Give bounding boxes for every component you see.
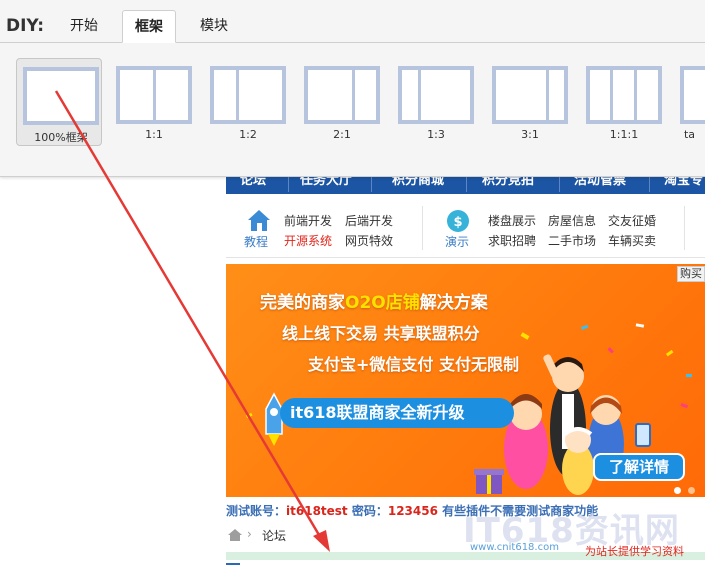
breadcrumb-home-icon[interactable]: [228, 529, 242, 541]
subnav-link-jobs[interactable]: 求职招聘: [488, 232, 536, 249]
frame-thumbnail: [680, 66, 705, 124]
frame-option-1-1-1[interactable]: 1:1:1: [580, 58, 666, 146]
tab-frame[interactable]: 框架: [122, 10, 176, 43]
tab-start[interactable]: 开始: [56, 10, 112, 43]
frame-thumbnail: [492, 66, 568, 124]
nav-separator: [288, 176, 289, 192]
subnav-link-property[interactable]: 楼盘展示: [488, 212, 536, 229]
frame-option-1-3[interactable]: 1:3: [392, 58, 478, 146]
frame-label: 1:2: [239, 128, 257, 141]
frame-thumbnail: [586, 66, 662, 124]
subnav-link-web-effects[interactable]: 网页特效: [345, 232, 393, 249]
carousel-dot[interactable]: [674, 487, 681, 494]
home-icon: [248, 210, 270, 231]
frame-thumbnail: [116, 66, 192, 124]
diy-panel: DIY: 开始 框架 模块 100%框架 1:1 1:2 2:1 1:3 3:1…: [0, 0, 705, 177]
frame-option-3-1[interactable]: 3:1: [486, 58, 572, 146]
screen: 论坛 任务大厅 积分商城 积分竞拍 活动管票 淘宝专 教程 前端开发 后端开发 …: [0, 0, 705, 567]
subnav-link-frontend[interactable]: 前端开发: [284, 212, 332, 229]
banner-line-2: 线上线下交易 共享联盟积分: [282, 324, 480, 343]
learn-more-button[interactable]: 了解详情: [593, 453, 685, 481]
frame-option-100[interactable]: 100%框架: [16, 58, 102, 146]
frame-thumbnail: [23, 67, 99, 125]
frame-label: 1:1: [145, 128, 163, 141]
frame-label: 1:3: [427, 128, 445, 141]
buy-tag[interactable]: 购买: [677, 266, 705, 282]
nav-separator: [466, 176, 467, 192]
frame-label: 3:1: [521, 128, 539, 141]
diy-label: DIY:: [6, 16, 45, 36]
subnav-label-demo[interactable]: 演示: [445, 233, 469, 250]
frame-option-1-1[interactable]: 1:1: [110, 58, 196, 146]
subnav-link-backend[interactable]: 后端开发: [345, 212, 393, 229]
breadcrumb-separator-icon: ›: [247, 527, 252, 541]
subnav-link-dating[interactable]: 交友征婚: [608, 212, 656, 229]
content-marker: [226, 563, 240, 565]
frame-label: 100%框架: [34, 131, 88, 144]
nav-separator: [559, 176, 560, 192]
subnav-link-house-info[interactable]: 房屋信息: [548, 212, 596, 229]
svg-text:$: $: [453, 215, 462, 230]
frame-option-2-1[interactable]: 2:1: [298, 58, 384, 146]
watermark-tagline: 为站长提供学习资料: [585, 545, 684, 558]
subnav-link-vehicles[interactable]: 车辆买卖: [608, 232, 656, 249]
subnav-divider: [684, 206, 685, 250]
forum-sub-nav: 教程 前端开发 后端开发 开源系统 网页特效 $ 演示 楼盘展示 房屋信息 交友…: [226, 198, 705, 258]
carousel-dot[interactable]: [688, 487, 695, 494]
banner-headline: 完美的商家O2O店铺解决方案: [260, 293, 488, 313]
coin-icon: $: [447, 210, 469, 232]
subnav-divider: [422, 206, 423, 250]
frame-label: 1:1:1: [609, 128, 639, 141]
frame-thumbnail: [398, 66, 474, 124]
frame-label: ta: [683, 128, 696, 141]
frame-thumbnail: [210, 66, 286, 124]
frame-option-tab[interactable]: ta: [674, 58, 705, 146]
banner-line-3: 支付宝+微信支付 支付无限制: [308, 355, 519, 374]
subnav-label-tutorial[interactable]: 教程: [244, 233, 268, 250]
frame-label: 2:1: [333, 128, 351, 141]
subnav-link-open-source[interactable]: 开源系统: [284, 232, 332, 249]
banner-upgrade-badge: it618联盟商家全新升级: [280, 398, 514, 428]
nav-separator: [371, 176, 372, 192]
watermark-url: www.cnit618.com: [470, 542, 559, 553]
nav-separator: [649, 176, 650, 192]
frame-thumbnail: [304, 66, 380, 124]
subnav-link-second-hand[interactable]: 二手市场: [548, 232, 596, 249]
breadcrumb-forum[interactable]: 论坛: [262, 527, 286, 545]
tab-module[interactable]: 模块: [186, 10, 242, 43]
frame-option-1-2[interactable]: 1:2: [204, 58, 290, 146]
